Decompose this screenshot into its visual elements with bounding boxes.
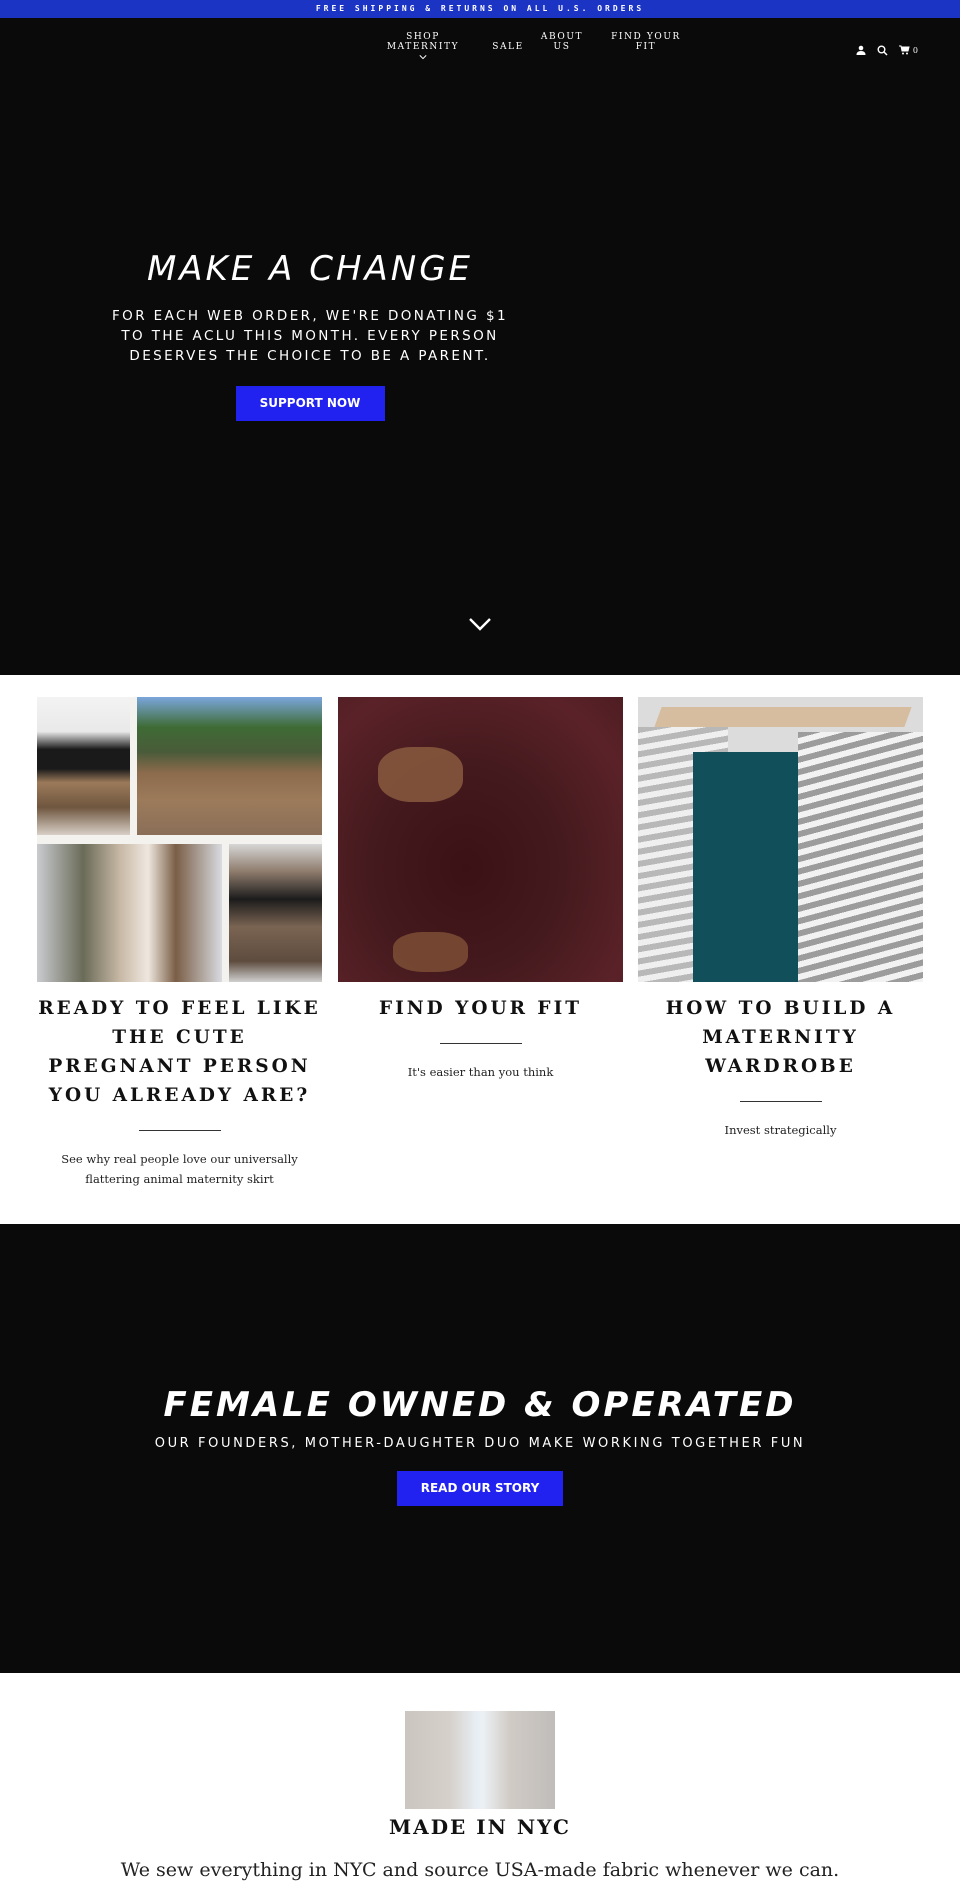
- divider: [439, 1043, 522, 1044]
- support-now-button[interactable]: SUPPORT NOW: [235, 386, 385, 421]
- card-description: It's easier than you think: [407, 1065, 554, 1079]
- nyc-title: MADE IN NYC: [389, 1815, 571, 1839]
- search-icon[interactable]: [877, 44, 889, 56]
- hero-title: MAKE A CHANGE: [146, 249, 474, 289]
- cart-count: 0: [912, 45, 918, 55]
- hero-content: MAKE A CHANGE FOR EACH WEB ORDER, WE'RE …: [100, 248, 520, 421]
- card-animal-skirt: READY TO FEEL LIKE THE CUTE PREGNANT PER…: [37, 697, 322, 1189]
- nav-label: SHOP MATERNITY: [386, 32, 460, 52]
- divider: [739, 1101, 822, 1102]
- nyc-street-image: [405, 1711, 555, 1809]
- divider: [138, 1130, 221, 1131]
- chevron-down-icon: [419, 55, 427, 60]
- story-title: FEMALE OWNED & OPERATED: [163, 1385, 797, 1425]
- card-description: See why real people love our universally…: [61, 1152, 298, 1186]
- nav-about-us[interactable]: ABOUT US: [538, 32, 586, 52]
- card-title[interactable]: HOW TO BUILD A MATERNITY WARDROBE: [638, 994, 923, 1081]
- nav-find-your-fit[interactable]: FIND YOUR FIT: [606, 32, 686, 52]
- announcement-bar: FREE SHIPPING & RETURNS ON ALL U.S. ORDE…: [0, 0, 960, 18]
- made-in-nyc-section: MADE IN NYC We sew everything in NYC and…: [0, 1673, 960, 1881]
- card-description: Invest strategically: [724, 1123, 837, 1137]
- hangers-image[interactable]: [638, 697, 923, 982]
- collage-image[interactable]: [37, 697, 322, 982]
- user-icon[interactable]: [855, 44, 867, 56]
- story-section: FEMALE OWNED & OPERATED OUR FOUNDERS, MO…: [0, 1224, 960, 1673]
- header-icons: 0: [855, 44, 918, 56]
- story-subtitle: OUR FOUNDERS, MOTHER-DAUGHTER DUO MAKE W…: [154, 1436, 806, 1451]
- card-find-your-fit: FIND YOUR FIT It's easier than you think: [338, 697, 623, 1082]
- read-our-story-button[interactable]: READ OUR STORY: [397, 1471, 563, 1506]
- card-title[interactable]: READY TO FEEL LIKE THE CUTE PREGNANT PER…: [37, 994, 322, 1110]
- hero-section: SHOP MATERNITY SALE ABOUT US FIND YOUR F…: [0, 18, 960, 675]
- card-title[interactable]: FIND YOUR FIT: [338, 994, 623, 1023]
- card-build-wardrobe: HOW TO BUILD A MATERNITY WARDROBE Invest…: [638, 697, 923, 1140]
- nav-shop-maternity[interactable]: SHOP MATERNITY: [368, 32, 478, 61]
- nav-sale[interactable]: SALE: [490, 42, 526, 52]
- main-nav: SHOP MATERNITY SALE ABOUT US FIND YOUR F…: [0, 32, 960, 72]
- cart-icon[interactable]: [899, 44, 911, 56]
- hero-subtitle: FOR EACH WEB ORDER, WE'RE DONATING $1 TO…: [112, 308, 508, 364]
- nyc-description: We sew everything in NYC and source USA-…: [120, 1859, 840, 1881]
- chevron-down-icon[interactable]: [468, 616, 492, 632]
- burgundy-dress-image[interactable]: [338, 697, 623, 982]
